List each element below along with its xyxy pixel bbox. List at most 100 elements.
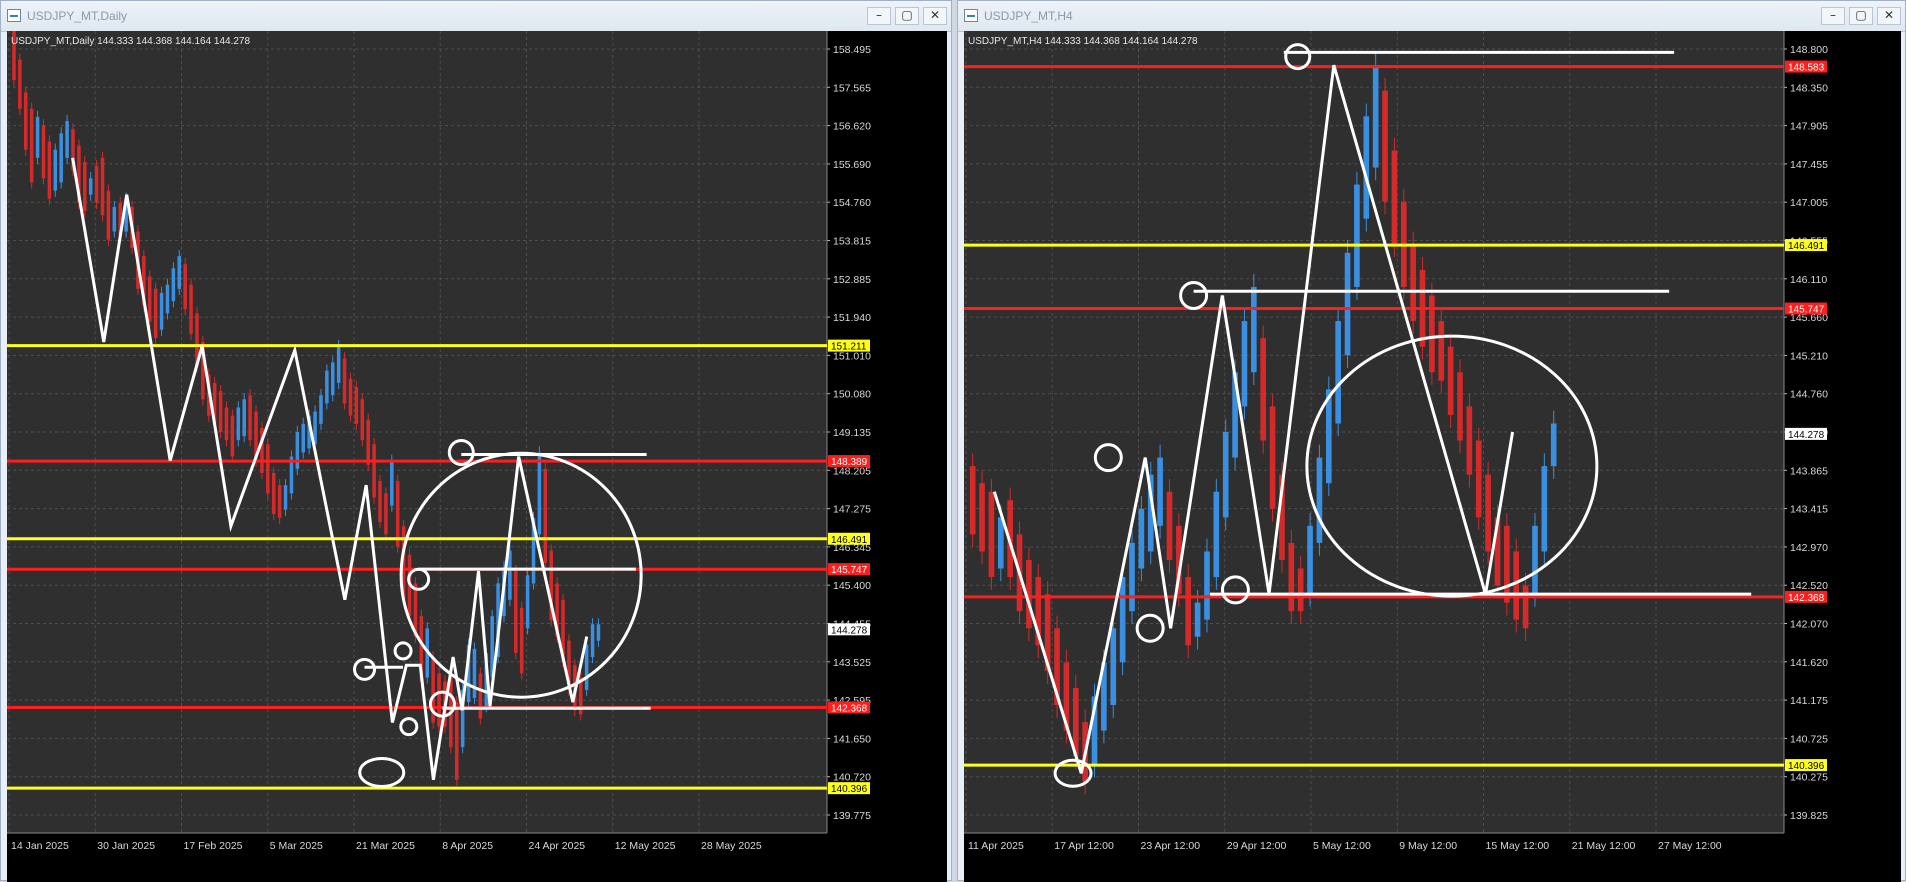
- candle-body: [1260, 338, 1267, 441]
- candle-body: [1475, 440, 1482, 518]
- y-tick-label: 149.135: [833, 427, 871, 439]
- close-button[interactable]: ✕: [1877, 7, 1901, 25]
- y-tick-label: 145.400: [833, 580, 871, 592]
- y-tick-label: 143.865: [1790, 465, 1828, 477]
- y-tick-label: 146.110: [1790, 274, 1827, 286]
- candle-body: [1513, 551, 1520, 620]
- y-tick-label: 158.495: [833, 44, 871, 56]
- candle-body: [1185, 577, 1192, 646]
- x-tick-label: 21 Mar 2025: [356, 840, 415, 852]
- candle-body: [35, 116, 40, 158]
- candle-body: [514, 571, 518, 653]
- candle-body: [590, 624, 595, 658]
- candle-body: [1222, 432, 1229, 518]
- candle-body: [23, 92, 28, 150]
- chart-area[interactable]: 148.800148.350147.905147.455147.005146.5…: [964, 31, 1906, 882]
- candle-body: [1541, 466, 1548, 552]
- candle-body: [1119, 577, 1126, 663]
- candle-body: [969, 466, 976, 535]
- x-tick-label: 17 Apr 12:00: [1054, 840, 1114, 852]
- y-tick-label: 143.525: [833, 657, 871, 669]
- candle-body: [165, 284, 170, 314]
- level-price-label: 140.396: [1788, 761, 1825, 772]
- candle-body: [301, 423, 306, 453]
- candle-body: [266, 444, 270, 494]
- chart-window-h4[interactable]: USDJPY_MT,H4 – ▢ ✕ 148.800 148.350 147.905…: [957, 0, 1906, 882]
- price-chart[interactable]: 158.495 157.565 156.620 155.690 154.760 153.8…: [7, 31, 947, 882]
- x-tick-label: 29 Apr 12:00: [1227, 840, 1287, 852]
- x-tick-label: 12 May 2025: [615, 840, 676, 852]
- y-tick-label: 151.940: [833, 312, 871, 324]
- minimize-button[interactable]: –: [1821, 7, 1845, 25]
- y-tick-label: 142.070: [1790, 619, 1828, 631]
- candle-body: [354, 386, 359, 424]
- candle-body: [29, 108, 34, 183]
- candle-body: [147, 276, 152, 322]
- y-tick-label: 147.455: [1790, 159, 1828, 171]
- y-tick-label: 142.520: [1790, 580, 1828, 592]
- y-tick-label: 140.275: [1790, 772, 1828, 784]
- y-tick-label: 147.005: [1790, 197, 1828, 209]
- candle-body: [283, 485, 288, 510]
- candle-body: [1354, 184, 1360, 287]
- candle-body: [584, 644, 589, 690]
- candle-body: [47, 141, 52, 199]
- candle-body: [1372, 65, 1379, 168]
- y-tick-label: 142.970: [1790, 542, 1828, 554]
- window-titlebar[interactable]: USDJPY_MT,Daily – ▢ ✕: [1, 1, 951, 32]
- y-tick-label: 152.885: [833, 274, 871, 286]
- y-tick-label: 143.415: [1790, 504, 1828, 516]
- candle-body: [1382, 90, 1388, 202]
- chart-window-icon: [7, 9, 21, 22]
- candle-body: [1429, 295, 1435, 373]
- candle-body: [1438, 321, 1445, 381]
- candle-body: [390, 460, 394, 506]
- candle-body: [1466, 406, 1473, 475]
- y-tick-label: 156.620: [833, 121, 871, 133]
- candle-body: [472, 648, 477, 698]
- close-button[interactable]: ✕: [923, 7, 947, 25]
- candle-body: [525, 575, 530, 629]
- candle-body: [366, 419, 370, 465]
- window-title: USDJPY_MT,Daily: [27, 9, 128, 23]
- y-tick-label: 140.720: [833, 772, 871, 784]
- price-chart[interactable]: 148.800148.350147.905147.455147.005146.5…: [964, 31, 1901, 882]
- y-tick-label: 150.080: [833, 389, 871, 401]
- candle-body: [988, 491, 995, 578]
- candle-body: [378, 481, 382, 523]
- x-tick-label: 9 May 12:00: [1399, 840, 1457, 852]
- candle-body: [508, 550, 512, 600]
- candle-body: [248, 395, 252, 441]
- window-titlebar[interactable]: USDJPY_MT,H4 – ▢ ✕: [958, 1, 1905, 32]
- candle-body: [112, 206, 117, 232]
- candle-body: [437, 673, 441, 727]
- candle-body: [1166, 491, 1173, 560]
- candle-body: [596, 624, 601, 641]
- candle-body: [454, 702, 459, 780]
- candle-body: [218, 391, 223, 432]
- minimize-button[interactable]: –: [867, 7, 891, 25]
- maximize-button[interactable]: ▢: [1849, 7, 1873, 25]
- candle-body: [171, 268, 176, 302]
- x-tick-label: 11 Apr 2025: [968, 840, 1024, 852]
- candle-body: [18, 59, 22, 109]
- candle-body: [1297, 568, 1304, 612]
- candle-body: [106, 190, 111, 240]
- y-tick-label: 141.175: [1790, 695, 1828, 707]
- candle-body: [1204, 551, 1210, 620]
- chart-area[interactable]: 158.495 157.565 156.620 155.690 154.760 153.8…: [7, 31, 953, 882]
- candle-body: [1213, 491, 1220, 578]
- y-tick-label: 148.350: [1790, 82, 1828, 94]
- candle-body: [94, 166, 99, 203]
- candle-body: [519, 607, 524, 674]
- level-price-label: 146.491: [831, 535, 868, 546]
- chart-window-daily[interactable]: USDJPY_MT,Daily – ▢ ✕ 158.495 157.565 156.…: [0, 0, 953, 882]
- candle-body: [1550, 423, 1557, 467]
- candle-body: [88, 178, 93, 195]
- candle-body: [1194, 602, 1201, 637]
- candle-body: [1532, 525, 1538, 595]
- candle-body: [277, 485, 282, 518]
- maximize-button[interactable]: ▢: [895, 7, 919, 25]
- candle-body: [360, 399, 365, 441]
- x-tick-label: 21 May 12:00: [1572, 840, 1636, 852]
